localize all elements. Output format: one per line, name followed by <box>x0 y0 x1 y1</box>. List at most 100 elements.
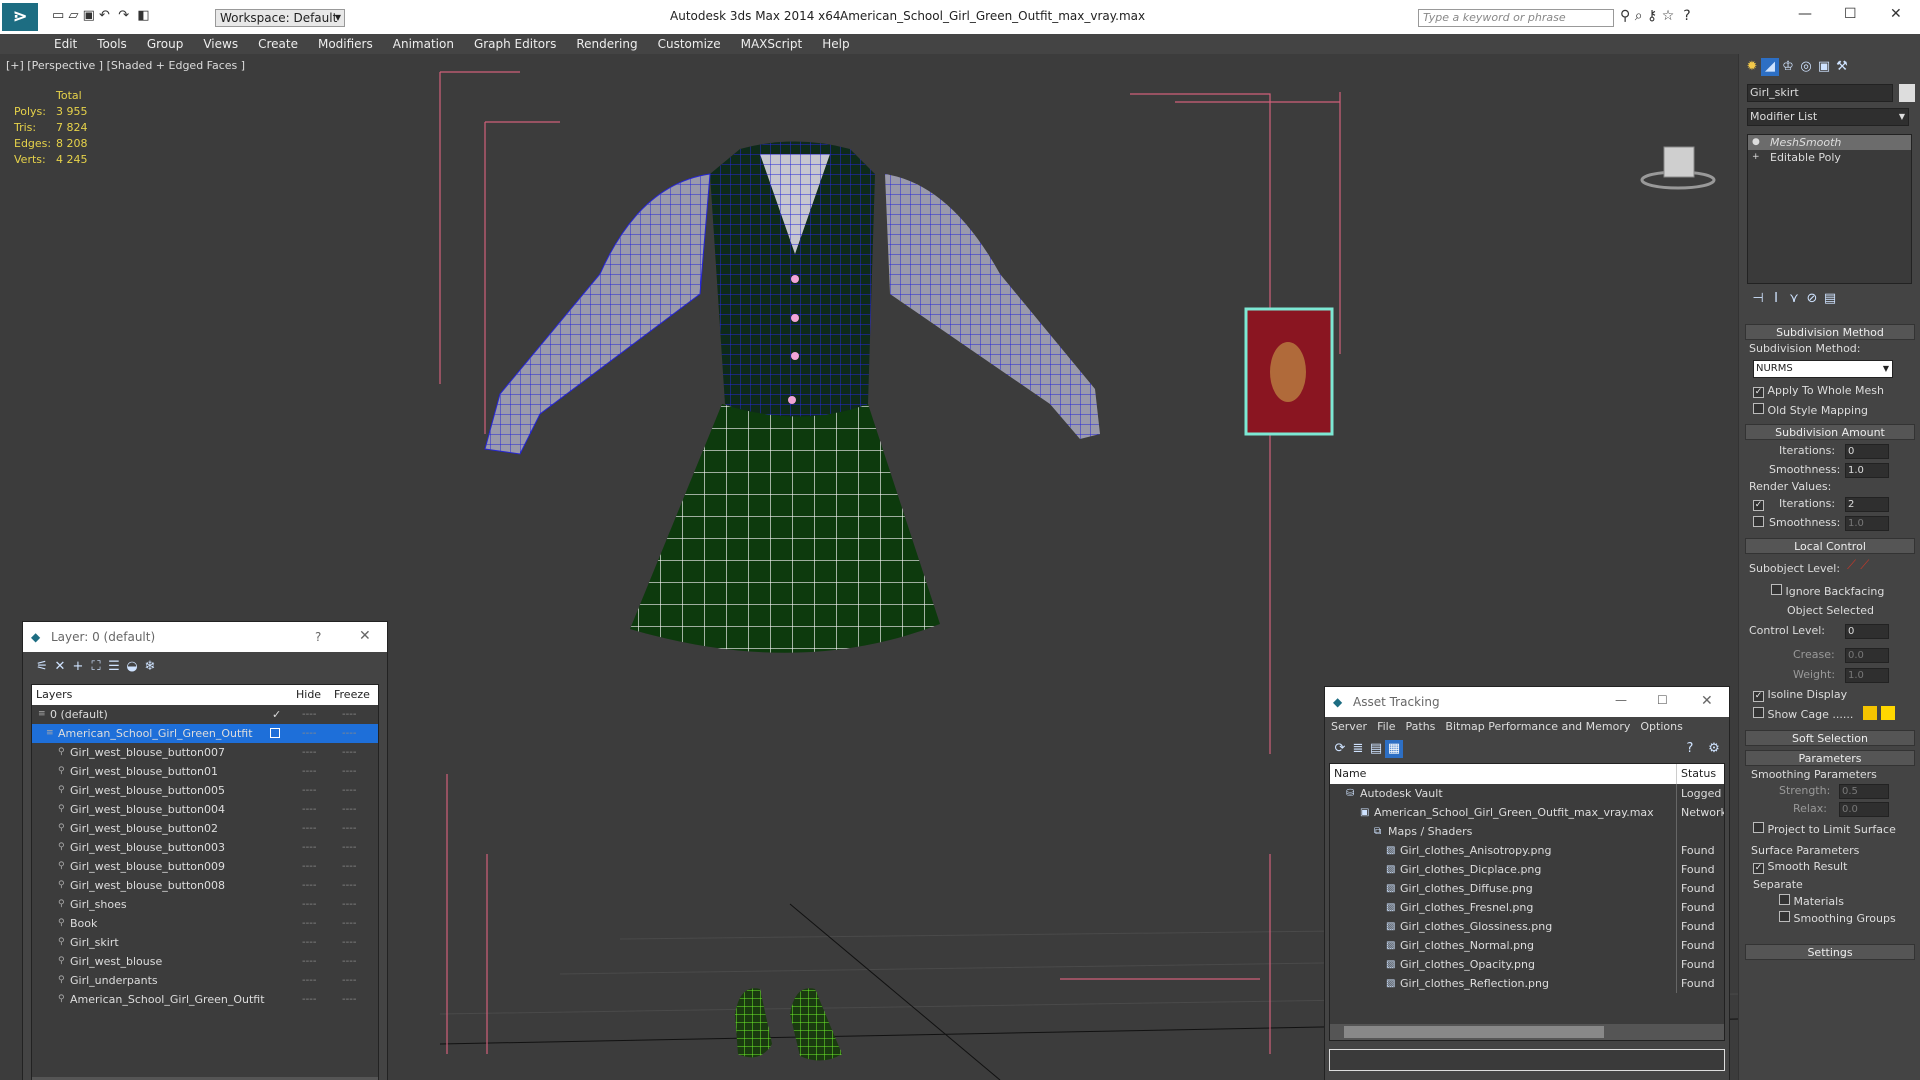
binoculars-icon[interactable]: ⚲ <box>1620 8 1630 24</box>
ignore-backfacing-checkbox[interactable]: Ignore Backfacing <box>1771 584 1884 598</box>
menu-edit[interactable]: Edit <box>44 35 87 53</box>
asset-row[interactable]: ▧ Girl_clothes_Normal.png Found <box>1330 936 1724 955</box>
object-name-field[interactable]: Girl_skirt <box>1747 84 1893 102</box>
render-iterations-checkbox[interactable]: ✓ <box>1753 497 1764 511</box>
add-to-layer-icon[interactable]: + <box>69 658 87 676</box>
rollout-subdivision-method[interactable]: Subdivision Method <box>1745 324 1915 340</box>
menu-maxscript[interactable]: MAXScript <box>731 35 813 53</box>
freeze-toggle[interactable]: ---- <box>342 800 356 819</box>
asset-path-field[interactable] <box>1329 1049 1725 1071</box>
help-icon[interactable]: ? <box>1683 8 1690 24</box>
strength-spinner[interactable]: 0.5 <box>1839 784 1889 799</box>
isoline-display-checkbox[interactable]: ✓ Isoline Display <box>1753 688 1847 702</box>
smoothness-spinner[interactable]: 1.0 <box>1845 463 1889 478</box>
col-hide[interactable]: Hide <box>296 685 321 705</box>
render-smoothness-checkbox[interactable] <box>1753 516 1764 530</box>
window-close-button[interactable]: ✕ <box>1890 6 1902 22</box>
asset-row[interactable]: ⧉ Maps / Shaders <box>1330 822 1724 841</box>
asset-close-button[interactable]: ✕ <box>1701 693 1713 709</box>
list-view-icon[interactable]: ≣ <box>1349 740 1367 758</box>
asset-row[interactable]: ▧ Girl_clothes_Fresnel.png Found <box>1330 898 1724 917</box>
materials-checkbox[interactable]: Materials <box>1779 894 1844 908</box>
star-icon[interactable]: ☆ <box>1662 8 1675 24</box>
menu-rendering[interactable]: Rendering <box>566 35 647 53</box>
freeze-toggle[interactable]: ---- <box>342 857 356 876</box>
layer-row[interactable]: ≡ American_School_Girl_Green_Outfit ---- --… <box>32 724 378 743</box>
iterations-spinner[interactable]: 0 <box>1845 444 1889 459</box>
rollout-subdivision-amount[interactable]: Subdivision Amount <box>1745 424 1915 440</box>
table-view-icon[interactable]: ▦ <box>1385 740 1403 758</box>
hide-toggle[interactable]: ---- <box>302 762 316 781</box>
hold-icon[interactable]: ◧ <box>137 8 149 23</box>
new-file-icon[interactable]: ▭ <box>52 8 64 23</box>
hide-toggle[interactable]: ---- <box>302 781 316 800</box>
layer-row[interactable]: ≡ 0 (default) ---- ---- ✓ <box>32 705 378 724</box>
old-style-mapping-checkbox[interactable]: Old Style Mapping <box>1753 403 1868 417</box>
smooth-result-checkbox[interactable]: ✓ Smooth Result <box>1753 860 1847 874</box>
window-maximize-button[interactable]: ☐ <box>1844 6 1857 22</box>
render-iterations-spinner[interactable]: 2 <box>1845 497 1889 512</box>
key-icon[interactable]: ⚷ <box>1647 8 1657 24</box>
layer-row[interactable]: ⚲ Girl_west_blouse_button005 ---- ---- <box>32 781 378 800</box>
cage-color-swatch-1[interactable] <box>1863 706 1877 720</box>
hide-toggle[interactable]: ---- <box>302 914 316 933</box>
asset-settings-icon[interactable]: ⚙ <box>1705 740 1723 758</box>
menu-group[interactable]: Group <box>137 35 194 53</box>
hide-toggle[interactable]: ---- <box>302 743 316 762</box>
asset-minimize-button[interactable]: — <box>1615 693 1627 707</box>
perspective-viewport[interactable]: [+] [Perspective ] [Shaded + Edged Faces… <box>0 54 1738 1080</box>
menu-tools[interactable]: Tools <box>87 35 137 53</box>
show-end-result-icon[interactable]: Ⅰ <box>1767 290 1785 308</box>
freeze-toggle[interactable]: ---- <box>342 724 356 743</box>
workspace-select[interactable]: Workspace: Default ▼ <box>215 9 345 27</box>
render-smoothness-spinner[interactable]: 1.0 <box>1845 516 1889 531</box>
search-icon[interactable]: ⌕ <box>1635 8 1643 24</box>
control-level-spinner[interactable]: 0 <box>1845 624 1889 639</box>
menu-graph-editors[interactable]: Graph Editors <box>464 35 566 53</box>
current-layer-check-icon[interactable]: ✓ <box>272 705 281 724</box>
layer-row[interactable]: ⚲ American_School_Girl_Green_Outfit ---- --… <box>32 990 378 1009</box>
highlight-layer-icon[interactable]: ☰ <box>105 658 123 676</box>
layer-row[interactable]: ⚲ Girl_underpants ---- ---- <box>32 971 378 990</box>
freeze-toggle[interactable]: ---- <box>342 781 356 800</box>
relax-spinner[interactable]: 0.0 <box>1839 802 1889 817</box>
freeze-toggle[interactable]: ---- <box>342 990 356 1009</box>
freeze-toggle[interactable]: ---- <box>342 933 356 952</box>
menu-customize[interactable]: Customize <box>648 35 731 53</box>
col-layers[interactable]: Layers <box>36 685 72 705</box>
hide-toggle[interactable]: ---- <box>302 990 316 1009</box>
layer-row[interactable]: ⚲ Girl_shoes ---- ---- <box>32 895 378 914</box>
rollout-local-control[interactable]: Local Control <box>1745 538 1915 554</box>
col-freeze[interactable]: Freeze <box>334 685 370 705</box>
freeze-all-icon[interactable]: ❄ <box>141 658 159 676</box>
cage-color-swatch-2[interactable] <box>1881 706 1895 720</box>
modify-tab-icon[interactable]: ◢ <box>1761 58 1779 76</box>
stack-item-editable-poly[interactable]: + Editable Poly <box>1748 150 1911 165</box>
asset-row[interactable]: ▧ Girl_clothes_Diffuse.png Found <box>1330 879 1724 898</box>
subobject-level-icons[interactable]: ⟋ ⟋ <box>1847 558 1869 573</box>
app-logo[interactable]: ⋗ <box>2 3 38 31</box>
menu-create[interactable]: Create <box>248 35 308 53</box>
show-cage-checkbox[interactable]: Show Cage ...... <box>1753 707 1853 721</box>
layer-row[interactable]: ⚲ Girl_skirt ---- ---- <box>32 933 378 952</box>
asset-row[interactable]: ▧ Girl_clothes_Anisotropy.png Found <box>1330 841 1724 860</box>
thumbnail-icon[interactable]: ▤ <box>1367 740 1385 758</box>
menu-modifiers[interactable]: Modifiers <box>308 35 383 53</box>
expand-icon[interactable]: + <box>1752 150 1760 165</box>
select-in-layer-icon[interactable]: ⛶ <box>87 658 105 676</box>
asset-row[interactable]: ▣ American_School_Girl_Green_Outfit_max_v… <box>1330 803 1724 822</box>
new-layer-icon[interactable]: ⚟ <box>33 658 51 676</box>
configure-sets-icon[interactable]: ▤ <box>1821 290 1839 308</box>
light-bulb-icon[interactable]: ● <box>1752 135 1760 150</box>
motion-tab-icon[interactable]: ◎ <box>1797 58 1815 76</box>
redo-icon[interactable]: ↷ <box>118 8 129 23</box>
rollout-parameters[interactable]: Parameters <box>1745 750 1915 766</box>
rollout-settings[interactable]: Settings <box>1745 944 1915 960</box>
asset-menu-bitmap[interactable]: Bitmap Performance and Memory <box>1445 720 1630 733</box>
col-status[interactable]: Status <box>1676 764 1716 784</box>
apply-whole-mesh-checkbox[interactable]: ✓ Apply To Whole Mesh <box>1753 384 1884 398</box>
layer-row[interactable]: ⚲ Girl_west_blouse_button008 ---- ---- <box>32 876 378 895</box>
freeze-toggle[interactable]: ---- <box>342 819 356 838</box>
freeze-toggle[interactable]: ---- <box>342 914 356 933</box>
layer-row[interactable]: ⚲ Girl_west_blouse_button02 ---- ---- <box>32 819 378 838</box>
